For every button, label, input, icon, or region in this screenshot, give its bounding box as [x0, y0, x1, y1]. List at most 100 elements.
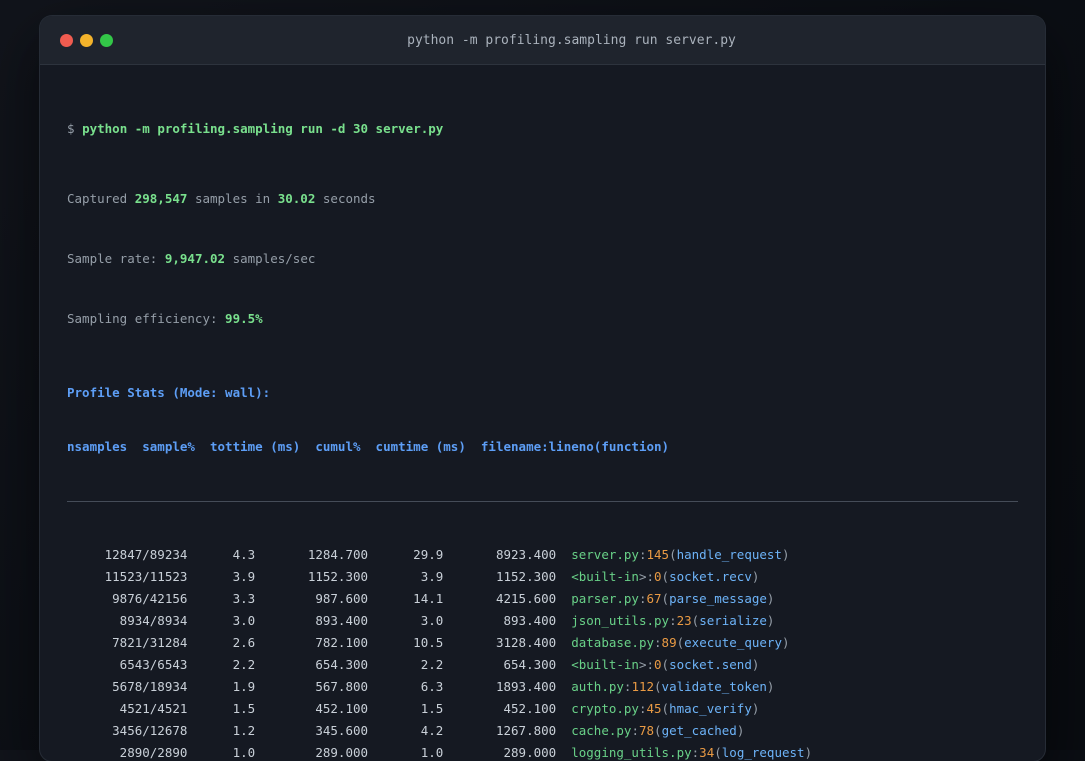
shell-command-line: $ python -m profiling.sampling run -d 30… — [67, 121, 1018, 137]
text-segment: ( — [661, 569, 670, 584]
text-segment: log_request — [721, 745, 805, 760]
terminal-output[interactable]: $ python -m profiling.sampling run -d 30… — [40, 65, 1045, 761]
text-segment: ) — [766, 591, 775, 606]
text-segment: >: — [638, 569, 655, 584]
stats-table: 12847/89234 4.3 1284.700 29.9 8923.400 s… — [67, 544, 1018, 761]
stats-table-row: 12847/89234 4.3 1284.700 29.9 8923.400 s… — [67, 544, 1018, 566]
text-segment: socket.send — [669, 657, 752, 672]
text-segment: parser.py — [571, 591, 639, 606]
text-segment: python -m profiling.sampling run -d 30 s… — [82, 121, 444, 136]
text-segment: 89 — [661, 635, 677, 650]
text-segment: 145 — [646, 547, 670, 562]
text-segment: samples/sec — [225, 251, 316, 266]
text-segment: json_utils.py — [571, 613, 670, 628]
stats-table-row: 7821/31284 2.6 782.100 10.5 3128.400 dat… — [67, 632, 1018, 654]
text-segment: 34 — [699, 745, 715, 760]
traffic-lights — [60, 16, 113, 64]
sample-rate-line: Sample rate: 9,947.02 samples/sec — [67, 251, 1018, 267]
sampling-efficiency-line: Sampling efficiency: 99.5% — [67, 311, 1018, 327]
text-segment: server.py — [571, 547, 639, 562]
text-segment: socket.recv — [669, 569, 752, 584]
text-segment: ) — [804, 745, 813, 760]
text-segment: <built-in — [571, 657, 639, 672]
text-segment: get_cached — [661, 723, 737, 738]
text-segment: >: — [638, 657, 655, 672]
captured-samples-line: Captured 298,547 samples in 30.02 second… — [67, 191, 1018, 207]
text-segment: ) — [766, 679, 775, 694]
text-segment: crypto.py — [571, 701, 639, 716]
text-segment: ( — [714, 745, 722, 760]
text-segment: 0 — [654, 569, 662, 584]
text-segment: : — [669, 613, 677, 628]
text-segment: 9,947.02 — [164, 251, 226, 266]
stats-table-row: 6543/6543 2.2 654.300 2.2 654.300 <built… — [67, 654, 1018, 676]
text-segment: 2890/2890 1.0 289.000 1.0 289.000 — [67, 745, 572, 760]
text-segment: 0 — [654, 657, 662, 672]
window-title: python -m profiling.sampling run server.… — [407, 32, 736, 48]
text-segment: ( — [676, 635, 685, 650]
text-segment: 7821/31284 2.6 782.100 10.5 3128.400 — [67, 635, 572, 650]
text-segment: ) — [751, 701, 760, 716]
stats-columns-header: nsamples sample% tottime (ms) cumul% cum… — [67, 439, 670, 454]
stats-table-row: 3456/12678 1.2 345.600 4.2 1267.800 cach… — [67, 720, 1018, 742]
text-segment: cache.py — [571, 723, 632, 738]
text-segment: 298,547 — [134, 191, 188, 206]
text-segment: ) — [766, 613, 775, 628]
text-segment: execute_query — [684, 635, 782, 650]
text-segment: 11523/11523 3.9 1152.300 3.9 1152.300 — [67, 569, 572, 584]
text-segment: 67 — [646, 591, 662, 606]
text-segment: <built-in — [571, 569, 639, 584]
text-segment: serialize — [699, 613, 767, 628]
text-segment: 5678/18934 1.9 567.800 6.3 1893.400 — [67, 679, 572, 694]
profile-stats-heading: Profile Stats (Mode: wall): — [67, 385, 271, 400]
text-segment: ( — [661, 591, 670, 606]
text-segment: 9876/42156 3.3 987.600 14.1 4215.600 — [67, 591, 572, 606]
stats-table-row: 5678/18934 1.9 567.800 6.3 1893.400 auth… — [67, 676, 1018, 698]
text-segment: ) — [751, 569, 760, 584]
text-segment: auth.py — [571, 679, 624, 694]
stats-table-row: 11523/11523 3.9 1152.300 3.9 1152.300 <b… — [67, 566, 1018, 588]
text-segment: ) — [781, 547, 790, 562]
text-segment: 3456/12678 1.2 345.600 4.2 1267.800 — [67, 723, 572, 738]
text-segment: : — [654, 635, 662, 650]
stats-table-row: 8934/8934 3.0 893.400 3.0 893.400 json_u… — [67, 610, 1018, 632]
text-segment: parse_message — [669, 591, 767, 606]
text-segment: ( — [661, 701, 670, 716]
text-segment: hmac_verify — [669, 701, 752, 716]
text-segment: ( — [669, 547, 677, 562]
window-titlebar[interactable]: python -m profiling.sampling run server.… — [40, 16, 1045, 65]
stats-table-row: 4521/4521 1.5 452.100 1.5 452.100 crypto… — [67, 698, 1018, 720]
text-segment: 112 — [631, 679, 655, 694]
stats-divider — [67, 501, 1018, 502]
text-segment: $ — [67, 121, 83, 136]
text-segment: ) — [781, 635, 790, 650]
text-segment: 45 — [646, 701, 662, 716]
text-segment: ) — [736, 723, 745, 738]
maximize-button[interactable] — [100, 33, 113, 47]
text-segment: 4521/4521 1.5 452.100 1.5 452.100 — [67, 701, 572, 716]
text-segment: handle_request — [676, 547, 782, 562]
terminal-window: python -m profiling.sampling run server.… — [40, 16, 1045, 761]
text-segment: : — [631, 723, 639, 738]
text-segment: Sample rate: — [67, 251, 165, 266]
text-segment: ( — [654, 679, 662, 694]
text-segment: 6543/6543 2.2 654.300 2.2 654.300 — [67, 657, 572, 672]
text-segment: 12847/89234 4.3 1284.700 29.9 8923.400 — [67, 547, 572, 562]
close-button[interactable] — [60, 33, 73, 47]
text-segment: 8934/8934 3.0 893.400 3.0 893.400 — [67, 613, 572, 628]
text-segment: seconds — [315, 191, 376, 206]
text-segment: 23 — [676, 613, 692, 628]
text-segment: 78 — [638, 723, 655, 738]
text-segment: Captured — [67, 191, 135, 206]
text-segment: ) — [751, 657, 760, 672]
text-segment: 30.02 — [277, 191, 316, 206]
stats-table-row: 2890/2890 1.0 289.000 1.0 289.000 loggin… — [67, 742, 1018, 761]
text-segment: Sampling efficiency: — [67, 311, 226, 326]
minimize-button[interactable] — [80, 33, 93, 47]
text-segment: 99.5% — [225, 311, 263, 326]
stats-table-row: 9876/42156 3.3 987.600 14.1 4215.600 par… — [67, 588, 1018, 610]
text-segment: validate_token — [661, 679, 767, 694]
text-segment: ( — [654, 723, 662, 738]
text-segment: ( — [661, 657, 670, 672]
text-segment: database.py — [571, 635, 655, 650]
